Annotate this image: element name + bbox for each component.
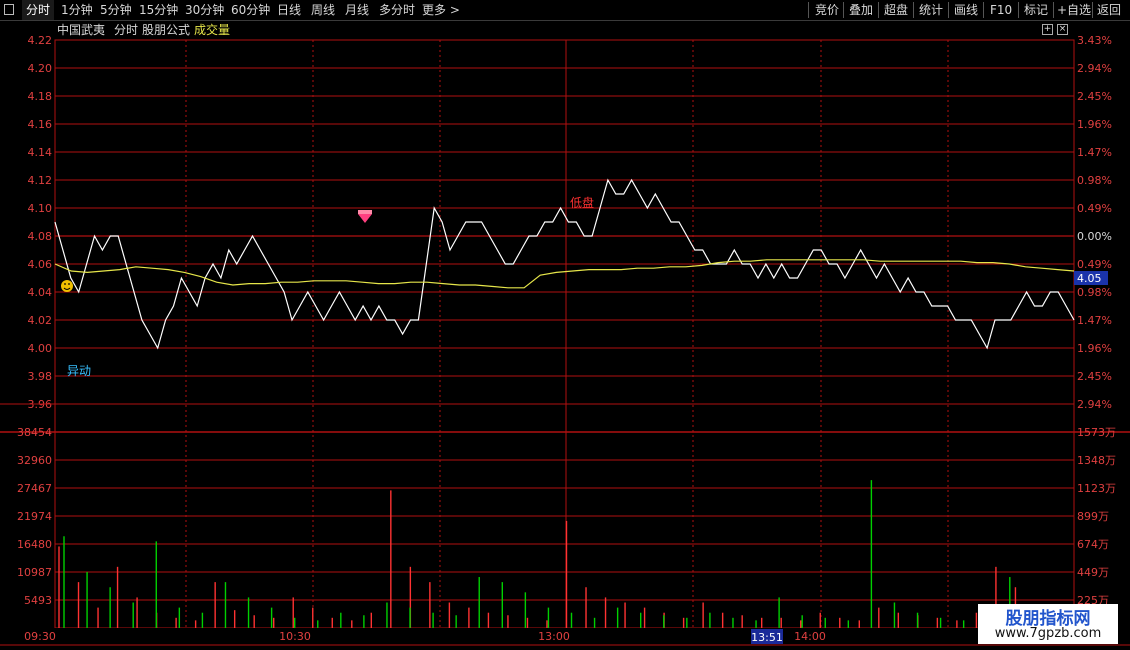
pct-tick-label: 2.94%	[1077, 62, 1112, 75]
volume-right-tick-label: 674万	[1077, 538, 1109, 551]
price-tick-label: 4.06	[28, 258, 53, 271]
gem-top	[358, 210, 372, 214]
tongji-button[interactable]: 统计	[919, 0, 943, 20]
price-tick-label: 4.14	[28, 146, 53, 159]
pct-tick-label: 1.96%	[1077, 118, 1112, 131]
volume-right-tick-label: 1348万	[1077, 454, 1116, 467]
pct-tick-label: 2.45%	[1077, 90, 1112, 103]
jingjia-button[interactable]: 竞价	[815, 0, 839, 20]
price-tick-label: 4.10	[28, 202, 53, 215]
price-tick-label: 4.02	[28, 314, 53, 327]
pct-tick-label: 2.45%	[1077, 370, 1112, 383]
volume-tick-label: 21974	[17, 510, 52, 523]
dipan-annotation: 低盘	[570, 195, 594, 210]
pct-tick-label: 0.98%	[1077, 286, 1112, 299]
diejia-button[interactable]: 叠加	[849, 0, 873, 20]
pct-tick-label: 0.00%	[1077, 230, 1112, 243]
volume-right-tick-label: 899万	[1077, 510, 1109, 523]
chevron-right-icon: >	[446, 3, 460, 17]
volume-tick-label: 5493	[24, 594, 52, 607]
pct-tick-label: 0.49%	[1077, 202, 1112, 215]
pct-tick-label: 2.94%	[1077, 398, 1112, 411]
cursor-time-label: 13:51	[751, 631, 783, 644]
more-label: 更多	[422, 3, 447, 17]
smiley-eye-left	[64, 283, 66, 285]
price-tick-label: 4.08	[28, 230, 53, 243]
chart-header: 中国武夷 分时 股朋公式 成交量 + ×	[0, 20, 1130, 40]
volume-tick-label: 32960	[17, 454, 52, 467]
current-price-label: 4.05	[1077, 272, 1102, 285]
smiley-eye-right	[68, 283, 70, 285]
f10-button[interactable]: F10	[990, 0, 1012, 20]
stock-name: 中国武夷	[57, 23, 106, 37]
volume-right-tick-label: 1573万	[1077, 426, 1116, 439]
tab-fenshi[interactable]: 分时	[22, 0, 55, 20]
menu-icon[interactable]	[4, 4, 14, 15]
back-button[interactable]: 返回	[1097, 0, 1121, 20]
volume-indicator-label[interactable]: 成交量	[194, 20, 230, 40]
tab-multi-fenshi[interactable]: 多分时	[379, 0, 415, 20]
time-tick-label: 14:00	[794, 630, 826, 643]
period-toolbar: 分时 1分钟 5分钟 15分钟 30分钟 60分钟 日线 周线 月线 多分时 更…	[0, 0, 1130, 21]
close-icon[interactable]: ×	[1057, 24, 1068, 35]
time-tick-label: 10:30	[279, 630, 311, 643]
price-tick-label: 4.20	[28, 62, 53, 75]
chaopan-button[interactable]: 超盘	[884, 0, 908, 20]
smiley-icon	[61, 280, 73, 292]
tab-5min[interactable]: 5分钟	[100, 0, 132, 20]
tab-30min[interactable]: 30分钟	[185, 0, 224, 20]
price-tick-label: 4.00	[28, 342, 53, 355]
pct-tick-label: 1.96%	[1077, 342, 1112, 355]
zoom-in-icon[interactable]: +	[1042, 24, 1053, 35]
formula-label[interactable]: 股朋公式	[142, 20, 190, 40]
volume-tick-label: 16480	[17, 538, 52, 551]
mode-label: 分时	[114, 23, 139, 37]
price-tick-label: 4.12	[28, 174, 53, 187]
tab-1min[interactable]: 1分钟	[61, 0, 93, 20]
tab-daily[interactable]: 日线	[277, 0, 301, 20]
time-tick-label: 09:30	[24, 630, 56, 643]
tab-15min[interactable]: 15分钟	[139, 0, 178, 20]
volume-right-tick-label: 1123万	[1077, 482, 1116, 495]
add-watchlist-button[interactable]: +自选	[1057, 0, 1091, 20]
price-tick-label: 4.16	[28, 118, 53, 131]
yidong-annotation: 异动	[67, 364, 91, 378]
price-tick-label: 3.98	[28, 370, 53, 383]
gem-icon	[358, 214, 372, 223]
price-tick-label: 4.18	[28, 90, 53, 103]
pct-tick-label: 1.47%	[1077, 314, 1112, 327]
volume-right-tick-label: 449万	[1077, 566, 1109, 579]
time-tick-label: 13:00	[538, 630, 570, 643]
price-tick-label: 4.04	[28, 286, 53, 299]
biaoji-button[interactable]: 标记	[1024, 0, 1048, 20]
pct-tick-label: 1.47%	[1077, 146, 1112, 159]
tab-60min[interactable]: 60分钟	[231, 0, 270, 20]
huaxian-button[interactable]: 画线	[954, 0, 978, 20]
pct-tick-label: 0.98%	[1077, 174, 1112, 187]
volume-tick-label: 38454	[17, 426, 52, 439]
pct-tick-label: 0.49%	[1077, 258, 1112, 271]
intraday-chart[interactable]: 4.22 3.43%4.20 2.94%4.18 2.45%4.16 1.96%4.14…	[0, 0, 1130, 650]
more-menu[interactable]: 更多 >	[422, 0, 460, 20]
volume-tick-label: 10987	[17, 566, 52, 579]
watermark-logo: 股朋指标网 www.7gpzb.com	[978, 604, 1118, 644]
chart-frame	[54, 39, 1075, 629]
tab-weekly[interactable]: 周线	[311, 0, 335, 20]
tab-monthly[interactable]: 月线	[345, 0, 369, 20]
volume-tick-label: 27467	[17, 482, 52, 495]
